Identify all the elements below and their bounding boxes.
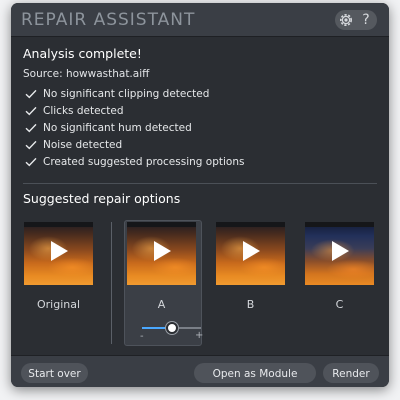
start-over-button[interactable]: Start over: [21, 363, 88, 383]
checkmark-icon: [25, 140, 37, 150]
preview-c-thumbnail[interactable]: [305, 222, 374, 285]
analysis-result-item: Created suggested processing options: [25, 153, 244, 170]
play-icon: [51, 241, 68, 261]
options-separator: [111, 222, 112, 344]
open-module-chain-button[interactable]: Open as Module Chain: [194, 363, 316, 383]
repair-assistant-window: REPAIR ASSISTANT ? Analysis complete! So…: [11, 3, 389, 387]
checkmark-icon: [25, 123, 37, 133]
analysis-results-list: No significant clipping detected Clicks …: [25, 86, 244, 170]
render-button[interactable]: Render: [323, 363, 379, 383]
analysis-result-text: Clicks detected: [43, 105, 124, 118]
analysis-result-text: Noise detected: [43, 138, 123, 151]
checkmark-icon: [25, 157, 37, 166]
suggestions-heading: Suggested repair options: [23, 191, 181, 206]
thumbnail-header-strip: [216, 222, 285, 227]
analysis-result-item: Noise detected: [25, 136, 244, 153]
preview-a-thumbnail[interactable]: [127, 222, 196, 285]
option-label-c: C: [335, 298, 344, 311]
window-title: REPAIR ASSISTANT: [21, 10, 196, 30]
analysis-result-text: No significant hum detected: [43, 121, 192, 134]
gear-icon: [340, 14, 352, 26]
title-bar: REPAIR ASSISTANT ?: [11, 3, 389, 37]
source-file: howwasthat.aiff: [65, 68, 150, 80]
analysis-result-item: No significant clipping detected: [25, 86, 244, 103]
intensity-minus-label: -: [140, 331, 144, 342]
analysis-result-text: No significant clipping detected: [43, 88, 210, 101]
play-icon: [154, 241, 171, 261]
analysis-result-item: Clicks detected: [25, 103, 244, 120]
thumbnail-header-strip: [127, 222, 196, 227]
help-button[interactable]: ?: [358, 10, 374, 30]
checkmark-icon: [25, 107, 37, 116]
intensity-slider-knob[interactable]: [165, 322, 178, 334]
option-label-original: Original: [36, 298, 81, 311]
play-icon: [243, 241, 260, 261]
footer-bar: Start over Open as Module Chain Render: [11, 355, 389, 387]
source-label: Source:: [23, 68, 63, 80]
thumbnail-header-strip: [24, 222, 93, 227]
settings-button[interactable]: [337, 11, 355, 29]
checkmark-icon: [25, 90, 37, 99]
option-label-a: A: [157, 298, 166, 311]
analysis-result-item: No significant hum detected: [25, 120, 244, 137]
analysis-result-text: Created suggested processing options: [43, 155, 245, 168]
analysis-heading: Analysis complete!: [23, 46, 142, 61]
thumbnail-header-strip: [305, 222, 374, 227]
section-divider: [23, 183, 377, 184]
play-icon: [332, 241, 349, 261]
intensity-plus-label: +: [195, 330, 204, 341]
source-line: Source: howwasthat.aiff: [23, 68, 149, 80]
title-bar-buttons: ?: [335, 10, 377, 30]
preview-b-thumbnail[interactable]: [216, 222, 285, 285]
option-label-b: B: [246, 298, 255, 311]
preview-original-thumbnail[interactable]: [24, 222, 93, 285]
